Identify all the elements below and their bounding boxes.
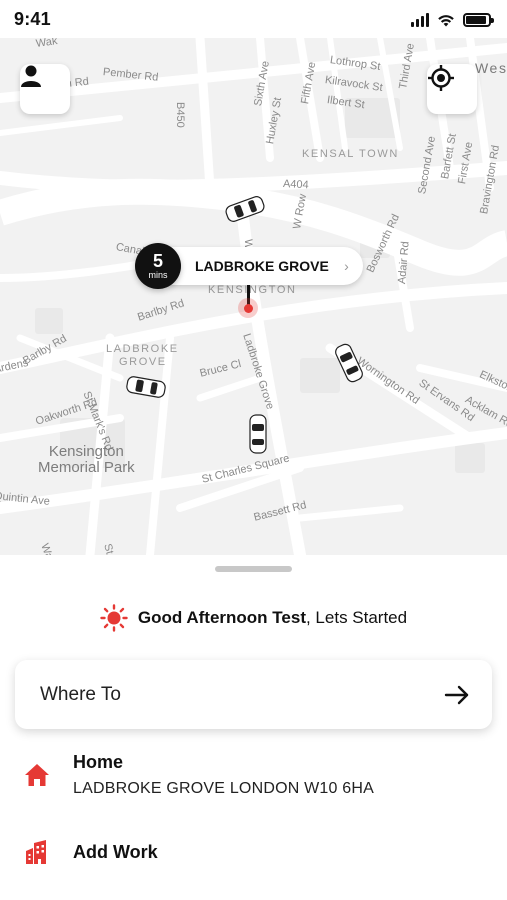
saved-place-title: Home (73, 752, 124, 772)
status-icons (411, 11, 494, 27)
greeting: Good Afternoon Test, Lets Started (0, 604, 507, 632)
sheet-drag-handle[interactable] (215, 566, 292, 572)
eta-value: 5 (152, 251, 163, 271)
park-label: Kensington Memorial Park (38, 444, 135, 476)
wifi-icon (438, 15, 454, 27)
park-label-line1: Kensington (48, 443, 124, 460)
greeting-rest: , Lets Started (305, 608, 408, 627)
saved-place-title: Add Work (73, 842, 158, 862)
greeting-name: Good Afternoon Test (137, 608, 306, 627)
person-icon (21, 65, 41, 87)
chevron-right-icon: › (344, 258, 349, 274)
home-icon (25, 764, 49, 786)
crosshair-icon (428, 65, 454, 91)
pickup-location-label: LADBROKE GROVE (195, 258, 329, 274)
street-label: B450 (174, 102, 186, 128)
area-label: Wes (475, 60, 507, 76)
cellular-signal-icon (411, 13, 429, 27)
arrow-right-icon (444, 685, 469, 704)
saved-place-address: LADBROKE GROVE LONDON W10 6HA (73, 780, 374, 797)
pickup-eta-pill[interactable]: 5 mins LADBROKE GROVE › (135, 243, 363, 289)
battery-icon (463, 13, 494, 27)
area-label: LADBROKE (106, 343, 179, 355)
locate-me-button[interactable] (427, 64, 477, 114)
pickup-pin (238, 298, 258, 318)
pickup-location-card[interactable]: LADBROKE GROVE › (169, 247, 363, 285)
status-time: 9:41 (14, 9, 51, 29)
sun-icon (100, 604, 128, 632)
map-view[interactable]: Wak Rainham Rd Pember Rd B450 Sixth Ave … (0, 38, 507, 555)
battery-fill (466, 16, 486, 24)
area-label: KENSAL TOWN (302, 148, 399, 160)
car-icon (249, 414, 267, 454)
where-to-label: Where To (40, 683, 121, 705)
eta-unit: mins (148, 270, 168, 280)
office-building-icon (26, 840, 46, 864)
area-label: GROVE (119, 356, 167, 368)
greeting-text: Good Afternoon Test, Lets Started (138, 608, 407, 628)
where-to-button[interactable]: Where To (15, 660, 492, 729)
map-roads (0, 38, 507, 555)
eta-badge: 5 mins (135, 243, 181, 289)
street-label: A404 (282, 178, 309, 192)
park-label-line2: Memorial Park (38, 459, 135, 476)
bottom-sheet: Good Afternoon Test, Lets Started Where … (0, 555, 507, 900)
profile-button[interactable] (20, 64, 70, 114)
status-bar: 9:41 (0, 0, 507, 38)
